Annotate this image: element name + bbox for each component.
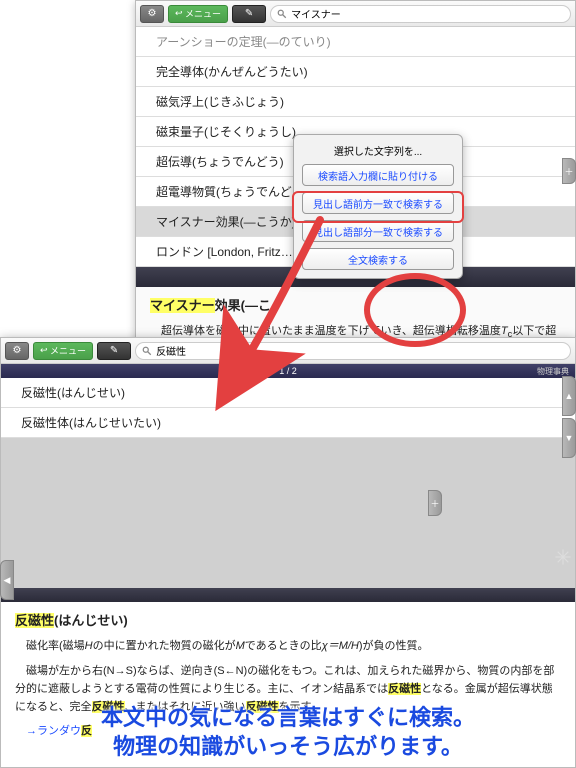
plus-tab[interactable]: ＋ [562, 158, 576, 184]
article-paragraph: 磁化率(磁場Hの中に置かれた物質の磁化がMであるときの比χ＝M/H)が負の性質。 [15, 637, 561, 655]
popup-partial-search-button[interactable]: 見出し語部分一致で検索する [302, 220, 454, 242]
list-item[interactable]: 完全導体(かんぜんどうたい) [136, 57, 575, 87]
selection-popup: 選択した文字列を... 検索語入力欄に貼り付ける 見出し語前方一致で検索する 見… [293, 134, 463, 279]
separator-bar [1, 588, 575, 602]
list-item[interactable]: 反磁性体(はんじせいたい) [1, 408, 575, 438]
search-input-front[interactable] [156, 345, 564, 356]
list-item[interactable]: アーンショーの定理(―のていり) [136, 27, 575, 57]
pen-button[interactable]: ✎ [232, 5, 266, 23]
menu-button[interactable]: ↩︎ メニュー [33, 342, 93, 360]
settings-button[interactable]: ⚙ [5, 342, 29, 360]
gear-icon: ⚙ [148, 8, 157, 19]
empty-area [1, 438, 575, 588]
popup-prefix-search-button[interactable]: 見出し語前方一致で検索する [302, 192, 454, 214]
pen-icon: ✎ [245, 8, 253, 19]
promo-caption: 本文中の気になる言葉はすぐに検索。 物理の知識がいっそう広がります。 [0, 703, 576, 762]
page-left-tab[interactable]: ◀ [0, 560, 14, 600]
snowflake-icon [554, 548, 572, 566]
toolbar-front: ⚙ ↩︎ メニュー ✎ [1, 338, 575, 364]
result-count-bar: 1 / 2 物理事典 [1, 364, 575, 378]
pen-button[interactable]: ✎ [97, 342, 131, 360]
search-icon [277, 9, 287, 19]
settings-button[interactable]: ⚙ [140, 5, 164, 23]
search-box-front[interactable] [135, 342, 571, 360]
headword: 反磁性 [15, 613, 54, 628]
search-box-back[interactable] [270, 5, 571, 23]
page-up-tab[interactable]: ▲ [562, 376, 576, 416]
dictionary-name: 物理事典 [537, 366, 569, 377]
result-list-front: 反磁性(はんじせい) 反磁性体(はんじせいたい) [1, 378, 575, 438]
headword: マイスナー [150, 298, 215, 313]
search-icon [142, 346, 152, 356]
toolbar-back: ⚙ ↩︎ メニュー ✎ [136, 1, 575, 27]
page-down-tab[interactable]: ▼ [562, 418, 576, 458]
pen-icon: ✎ [110, 345, 118, 356]
plus-tab[interactable]: ＋ [428, 490, 442, 516]
popup-title: 選択した文字列を... [302, 143, 454, 158]
popup-fulltext-search-button[interactable]: 全文検索する [302, 248, 454, 270]
result-count: 1 / 2 [279, 366, 297, 376]
list-item[interactable]: 反磁性(はんじせい) [1, 378, 575, 408]
list-item[interactable]: 磁気浮上(じきふじょう) [136, 87, 575, 117]
search-input-back[interactable] [291, 8, 564, 19]
menu-button[interactable]: ↩︎ メニュー [168, 5, 228, 23]
popup-paste-button[interactable]: 検索語入力欄に貼り付ける [302, 164, 454, 186]
gear-icon: ⚙ [13, 345, 22, 356]
